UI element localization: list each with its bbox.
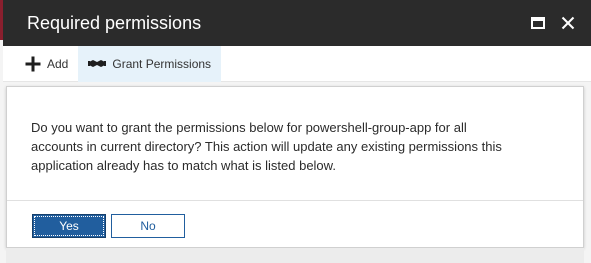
grant-permissions-label: Grant Permissions [112,56,212,71]
dialog-divider [7,200,583,201]
add-label: Add [47,56,69,71]
yes-button[interactable]: Yes [32,214,106,238]
message-line-3: application already has to match what is… [31,158,336,173]
plus-icon [25,56,41,72]
grant-confirmation-dialog: Do you want to grant the permissions bel… [6,86,584,248]
add-button[interactable]: Add [3,46,78,82]
close-button[interactable] [557,12,579,34]
message-line-2: accounts in current directory? This acti… [31,139,502,154]
required-permissions-blade: Required permissions Add Grant Permissio… [0,0,591,263]
handshake-icon [88,58,107,70]
message-line-1: Do you want to grant the permissions bel… [31,120,467,135]
command-bar: Add Grant Permissions [3,45,591,82]
maximize-button[interactable] [527,12,549,34]
grant-permissions-button[interactable]: Grant Permissions [78,45,222,82]
content-below-dialog [6,248,584,263]
no-button[interactable]: No [111,214,185,238]
close-icon [561,16,575,30]
maximize-icon [531,17,545,29]
blade-title: Required permissions [27,12,202,33]
title-bar: Required permissions [3,0,591,46]
confirmation-message: Do you want to grant the permissions bel… [31,118,551,175]
